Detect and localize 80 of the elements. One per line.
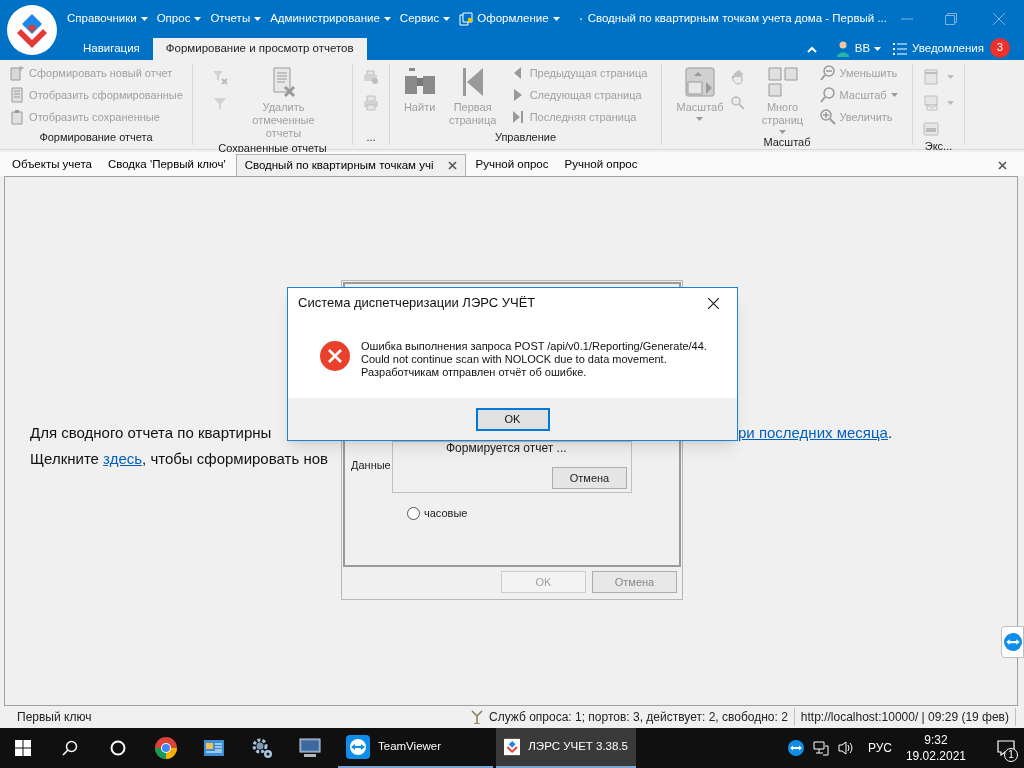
collapse-icon[interactable] <box>806 46 817 53</box>
close-icon[interactable] <box>998 160 1007 170</box>
notification-count: 1 <box>1004 748 1018 762</box>
clipboard-icon <box>9 109 26 125</box>
error-message: Разработчикам отправлен отчёт об ошибке. <box>361 366 588 379</box>
status-text: http://localhost:10000/ | 09:29 (19 фев) <box>794 708 1016 726</box>
user-menu[interactable]: ВВ <box>836 38 882 60</box>
dialog-title: Система диспетчеризации ЛЭРС УЧЁТ <box>298 294 536 313</box>
new-document-icon <box>9 65 26 81</box>
menu-item[interactable]: Справочники <box>64 7 151 31</box>
error-icon <box>320 341 350 371</box>
clock[interactable]: 9:32 19.02.2021 <box>905 728 966 768</box>
pdf-file-icon <box>923 69 939 85</box>
teamviewer-icon <box>346 735 370 759</box>
link[interactable]: ри последних месяца <box>738 422 888 445</box>
zoom-page-icon <box>683 66 716 98</box>
notification-badge: 3 <box>990 38 1010 58</box>
info-text: . <box>887 423 893 443</box>
document-tab[interactable]: Ручной опрос <box>467 154 557 176</box>
field-label: Данные <box>351 458 391 473</box>
status-text: Служб опроса: 1; портов: 3, действует: 2, свободно: 2 <box>488 708 795 726</box>
speaker-icon[interactable] <box>837 740 854 756</box>
radio-button[interactable]: часовые <box>407 505 468 522</box>
search-icon[interactable] <box>62 740 78 756</box>
list-icon <box>893 43 908 55</box>
zoom-in-icon <box>819 109 836 125</box>
ribbon-group-title: Сохраненные отчеты <box>217 141 328 156</box>
menu-item[interactable]: Опрос <box>153 7 205 31</box>
user-icon <box>836 41 849 57</box>
status-text: Первый ключ <box>17 709 92 726</box>
cancel-button[interactable]: Отмена <box>552 467 627 489</box>
error-message: Could not continue scan with NOLOCK due to data movement. <box>361 353 668 366</box>
antenna-icon <box>470 710 483 724</box>
computer-icon[interactable] <box>298 737 322 759</box>
notification-center-icon[interactable] <box>997 740 1015 756</box>
control-panel-icon[interactable] <box>203 738 225 758</box>
menu-item[interactable]: Сервис <box>396 7 454 31</box>
network-icon[interactable] <box>812 740 829 756</box>
gear-icon[interactable] <box>250 736 274 760</box>
info-text: Щелкните <box>30 449 100 469</box>
notifications-button[interactable]: Уведомления <box>893 38 984 60</box>
document-tab[interactable]: Объекты учета <box>4 154 100 176</box>
magnifier-icon <box>819 87 836 103</box>
circle-icon[interactable] <box>110 740 126 756</box>
dialog-button[interactable]: Отмена <box>592 571 677 593</box>
csv-file-icon <box>923 121 939 137</box>
ribbon-group-title: Формирование отчета <box>38 130 154 145</box>
ribbon-group-title: Экс... <box>923 139 954 154</box>
zoom-out-icon <box>819 65 836 81</box>
language-indicator[interactable]: РУС <box>863 728 896 768</box>
taskbar-app-button[interactable]: TeamViewer <box>338 728 493 768</box>
taskbar-app-button[interactable]: ЛЭРС УЧЕТ 3.38.5 <box>496 728 636 768</box>
error-message: Ошибка выполнения запроса POST /api/v0.1/Reporting/Generate/44. <box>361 340 707 353</box>
info-text: , чтобы сформировать нов <box>142 449 328 469</box>
menu-item[interactable]: Администрирование <box>267 7 394 31</box>
close-icon[interactable] <box>447 161 457 170</box>
document-icon <box>9 87 26 103</box>
window-title: Сводный по квартирным точкам учета дома - Первый ... <box>587 11 887 27</box>
browser-icon[interactable] <box>154 736 178 760</box>
teamviewer-icon[interactable] <box>787 740 804 756</box>
caret-icon <box>874 47 882 51</box>
info-text: Для сводного отчета по квартирны <box>30 423 272 443</box>
app-logo[interactable] <box>7 5 57 55</box>
document-tab[interactable]: Сводка 'Первый ключ' <box>99 154 234 176</box>
ribbon-group-title: Масштаб <box>762 135 812 150</box>
ribbon-tab[interactable]: Формирование и просмотр отчетов <box>152 38 367 60</box>
menu-item[interactable]: Отчеты <box>207 7 265 31</box>
windows-icon[interactable] <box>15 740 31 756</box>
close-icon[interactable] <box>708 297 719 309</box>
ok-button[interactable]: OK <box>475 407 550 431</box>
menu-item[interactable]: Оформление <box>456 7 563 31</box>
document-tab[interactable]: Сводный по квартирным точкам учі <box>235 154 466 176</box>
ribbon-tab[interactable]: Навигация <box>70 38 153 60</box>
ribbon-group-title: ... <box>365 130 377 145</box>
window-icon <box>459 12 474 26</box>
pdf-mail-icon <box>923 95 939 111</box>
document-tab[interactable]: Ручной опрос <box>556 154 646 176</box>
multiple-pages-icon <box>766 66 799 98</box>
ribbon-group-title: Управление <box>493 130 558 145</box>
progress-text: Формируется отчет ... <box>446 442 567 455</box>
